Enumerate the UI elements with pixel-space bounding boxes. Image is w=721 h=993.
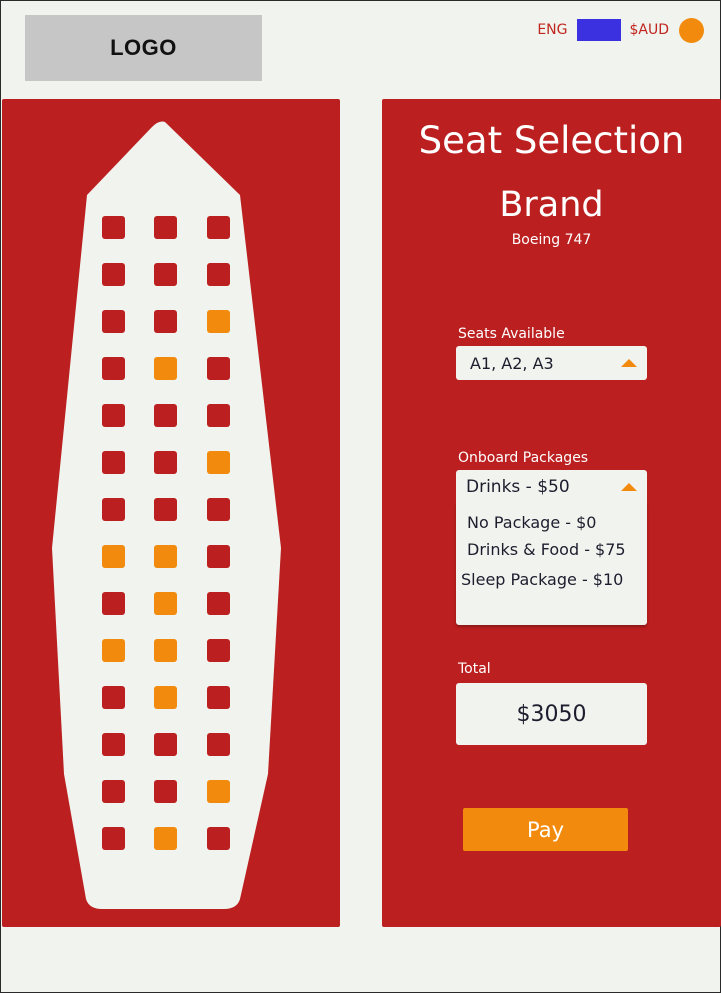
seat-taken[interactable]: [102, 310, 125, 333]
seat-taken[interactable]: [154, 263, 177, 286]
seat-taken[interactable]: [102, 451, 125, 474]
seat-taken[interactable]: [154, 498, 177, 521]
seat-map-panel: [2, 99, 340, 927]
seat-taken[interactable]: [207, 545, 230, 568]
seat-taken[interactable]: [154, 451, 177, 474]
seat-taken[interactable]: [102, 404, 125, 427]
seat-available[interactable]: [207, 451, 230, 474]
seat-taken[interactable]: [154, 216, 177, 239]
seats-available-value: A1, A2, A3: [470, 353, 554, 373]
seat-taken[interactable]: [207, 639, 230, 662]
package-option-sleep[interactable]: Sleep Package - $10: [461, 570, 623, 589]
language-selector[interactable]: ENG: [537, 22, 567, 38]
package-option-drinks-food[interactable]: Drinks & Food - $75: [467, 540, 626, 559]
seat-taken[interactable]: [102, 827, 125, 850]
seat-available[interactable]: [154, 686, 177, 709]
airplane-seat-map: [52, 121, 281, 910]
seat-taken[interactable]: [102, 216, 125, 239]
seat-available[interactable]: [207, 310, 230, 333]
dropdown-arrow-icon[interactable]: [621, 483, 637, 491]
seat-taken[interactable]: [102, 357, 125, 380]
seat-available[interactable]: [102, 545, 125, 568]
seat-taken[interactable]: [207, 216, 230, 239]
seat-available[interactable]: [154, 639, 177, 662]
packages-dropdown-menu: No Package - $0 Drinks & Food - $75 Slee…: [456, 503, 647, 625]
seat-taken[interactable]: [207, 592, 230, 615]
total-label: Total: [458, 661, 491, 677]
seat-available[interactable]: [154, 357, 177, 380]
seat-taken[interactable]: [207, 263, 230, 286]
seat-available[interactable]: [154, 545, 177, 568]
onboard-packages-value: Drinks - $50: [466, 476, 570, 497]
seat-taken[interactable]: [154, 310, 177, 333]
seat-taken[interactable]: [154, 733, 177, 756]
seat-taken[interactable]: [207, 498, 230, 521]
seat-taken[interactable]: [207, 357, 230, 380]
currency-selector[interactable]: $AUD: [629, 22, 669, 38]
logo[interactable]: LOGO: [25, 15, 262, 81]
seat-taken[interactable]: [102, 686, 125, 709]
page-title: Seat Selection: [418, 119, 685, 162]
seat-taken[interactable]: [102, 498, 125, 521]
user-avatar-dot[interactable]: [679, 17, 704, 43]
dropdown-arrow-icon[interactable]: [621, 359, 637, 367]
seats-available-select[interactable]: A1, A2, A3: [456, 346, 647, 380]
seats-available-label: Seats Available: [458, 326, 565, 342]
total-amount: $3050: [456, 683, 647, 745]
booking-panel: Seat Selection Brand Boeing 747 Seats Av…: [382, 99, 721, 927]
seat-taken[interactable]: [207, 686, 230, 709]
package-option-none[interactable]: No Package - $0: [467, 513, 596, 532]
brand-name: Brand: [499, 185, 604, 225]
seat-available[interactable]: [154, 827, 177, 850]
seat-available[interactable]: [154, 592, 177, 615]
aircraft-model: Boeing 747: [511, 232, 592, 248]
seat-taken[interactable]: [207, 827, 230, 850]
color-swatch: [577, 19, 622, 41]
seat-taken[interactable]: [154, 780, 177, 803]
seat-taken[interactable]: [207, 404, 230, 427]
top-bar: ENG $AUD: [537, 17, 704, 43]
seat-taken[interactable]: [207, 733, 230, 756]
seat-available[interactable]: [102, 639, 125, 662]
pay-button[interactable]: Pay: [463, 808, 628, 851]
seat-taken[interactable]: [102, 733, 125, 756]
seat-taken[interactable]: [154, 404, 177, 427]
seat-available[interactable]: [207, 780, 230, 803]
seat-taken[interactable]: [102, 780, 125, 803]
onboard-packages-label: Onboard Packages: [458, 450, 589, 466]
seat-taken[interactable]: [102, 263, 125, 286]
onboard-packages-select[interactable]: Drinks - $50: [456, 470, 647, 503]
seat-taken[interactable]: [102, 592, 125, 615]
